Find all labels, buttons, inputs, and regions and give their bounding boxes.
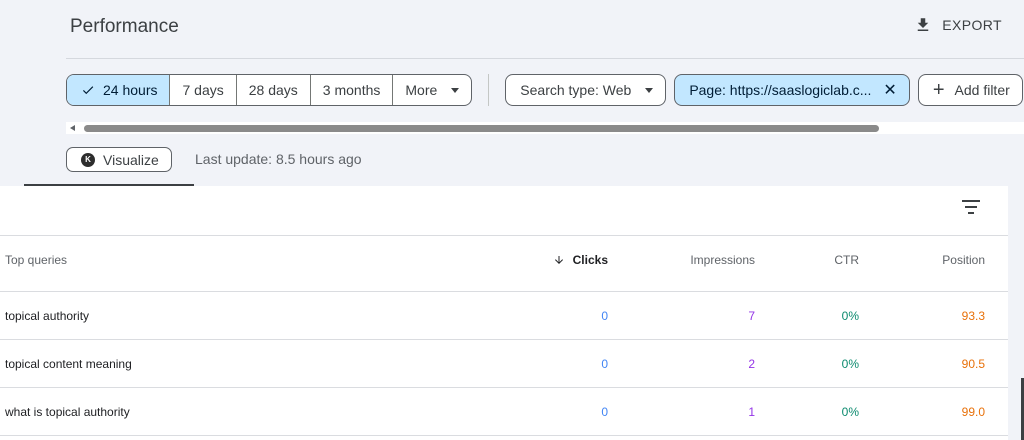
query-cell: topical authority xyxy=(5,309,90,323)
filter-separator xyxy=(488,74,490,106)
clicks-cell: 0 xyxy=(601,357,608,371)
header-divider xyxy=(66,58,1024,59)
caret-down-icon xyxy=(451,87,460,93)
header-clicks-label: Clicks xyxy=(572,253,608,267)
last-update-text: Last update: 8.5 hours ago xyxy=(195,151,362,167)
page-filter-chip[interactable]: Page: https://saaslogiclab.c... ✕ xyxy=(674,74,910,106)
header-impressions[interactable]: Impressions xyxy=(690,236,755,284)
impressions-cell: 7 xyxy=(748,309,755,323)
query-cell: what is topical authority xyxy=(5,405,130,419)
page-title: Performance xyxy=(70,16,179,37)
close-icon[interactable]: ✕ xyxy=(883,80,896,100)
table-row[interactable]: topical content meaning 0 2 0% 90.5 xyxy=(0,339,1008,387)
position-cell: 90.5 xyxy=(961,357,985,371)
visualize-button[interactable]: K Visualize xyxy=(66,147,172,172)
date-option-3-months[interactable]: 3 months xyxy=(311,75,394,105)
query-cell: topical content meaning xyxy=(5,357,132,371)
position-cell: 93.3 xyxy=(961,309,985,323)
clicks-cell: 0 xyxy=(601,309,608,323)
caret-down-icon xyxy=(645,87,654,93)
arrow-down-icon xyxy=(554,256,563,264)
export-label: EXPORT xyxy=(942,17,1002,33)
add-filter-button[interactable]: + Add filter xyxy=(917,74,1023,106)
search-type-chip[interactable]: Search type: Web xyxy=(505,74,667,106)
date-option-label: 7 days xyxy=(182,82,224,98)
header-position[interactable]: Position xyxy=(942,236,985,284)
date-option-24-hours[interactable]: 24 hours xyxy=(67,75,171,105)
queries-table-panel: Top queries Clicks Impressions CTR Posit… xyxy=(0,186,1008,440)
table-bottom-border xyxy=(0,435,1008,436)
header-top-queries[interactable]: Top queries xyxy=(5,236,67,284)
impressions-cell: 2 xyxy=(748,357,755,371)
scroll-left-icon[interactable] xyxy=(70,125,75,131)
header-ctr[interactable]: CTR xyxy=(834,236,859,284)
date-option-label: More xyxy=(405,82,438,98)
search-type-label: Search type: Web xyxy=(520,82,632,98)
impressions-cell: 1 xyxy=(748,405,755,419)
ctr-cell: 0% xyxy=(841,357,859,371)
date-option-more[interactable]: More xyxy=(393,75,471,105)
scrollbar-thumb[interactable] xyxy=(84,125,879,132)
date-range-selector: 24 hours 7 days 28 days 3 months More xyxy=(66,74,473,106)
ctr-cell: 0% xyxy=(841,405,859,419)
ctr-cell: 0% xyxy=(841,309,859,323)
date-option-label: 28 days xyxy=(248,82,298,98)
clicks-cell: 0 xyxy=(601,405,608,419)
date-option-28-days[interactable]: 28 days xyxy=(237,75,311,105)
table-header-row: Top queries Clicks Impressions CTR Posit… xyxy=(0,235,1008,283)
visualize-label: Visualize xyxy=(103,151,159,168)
plus-icon: + xyxy=(932,79,945,101)
download-icon xyxy=(918,18,929,31)
position-cell: 99.0 xyxy=(961,405,985,419)
table-row[interactable]: what is topical authority 0 1 0% 99.0 xyxy=(0,387,1008,435)
header-clicks[interactable]: Clicks xyxy=(553,236,608,284)
add-filter-label: Add filter xyxy=(954,82,1010,98)
check-icon xyxy=(82,86,94,95)
extension-logo-icon: K xyxy=(81,152,95,167)
page-filter-label: Page: https://saaslogiclab.c... xyxy=(689,82,872,98)
table-row[interactable]: topical authority 0 7 0% 93.3 xyxy=(0,291,1008,339)
horizontal-scrollbar[interactable] xyxy=(66,122,1024,134)
filter-bar: 24 hours 7 days 28 days 3 months More Se… xyxy=(66,74,1024,106)
export-button[interactable]: EXPORT xyxy=(914,16,1002,34)
date-option-7-days[interactable]: 7 days xyxy=(170,75,237,105)
filter-list-icon[interactable] xyxy=(962,200,980,216)
date-option-label: 3 months xyxy=(322,82,381,98)
date-option-label: 24 hours xyxy=(103,82,158,98)
